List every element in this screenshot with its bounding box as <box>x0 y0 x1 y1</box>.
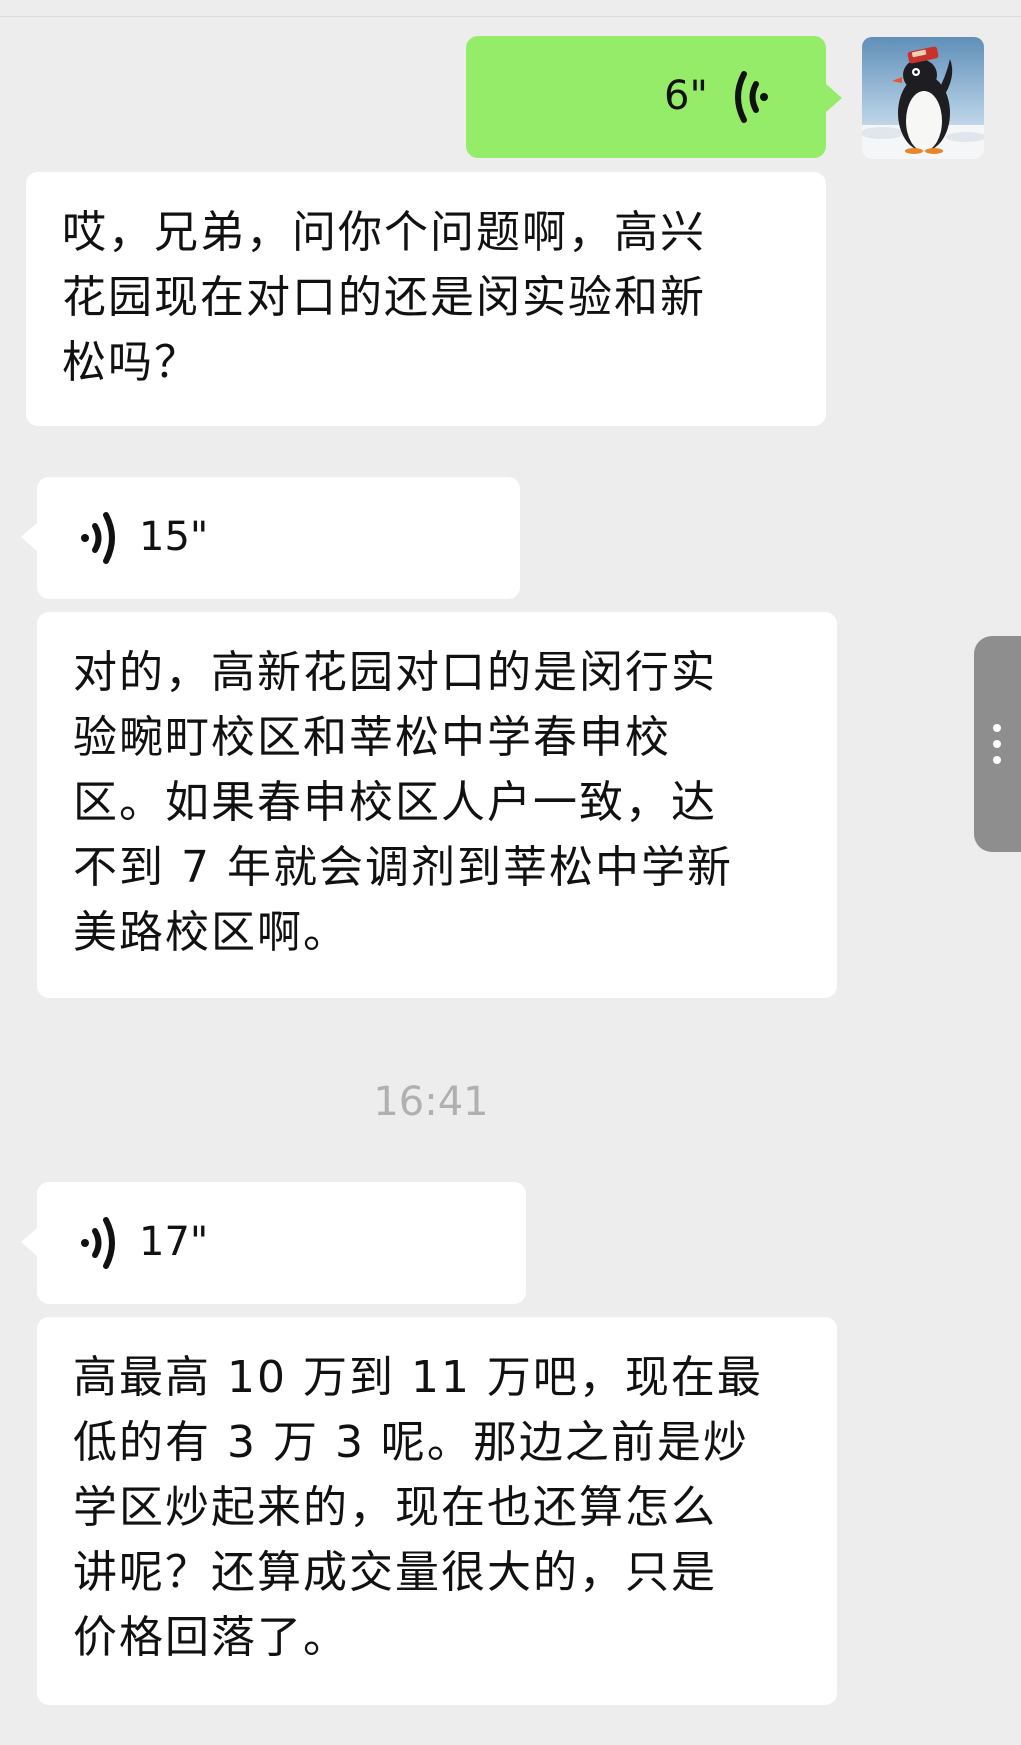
bubble-tail <box>826 84 842 112</box>
side-panel-handle[interactable] <box>974 636 1021 852</box>
voice-duration: 17" <box>139 1219 209 1265</box>
timestamp: 16:41 <box>373 1079 489 1125</box>
voice-wave-icon <box>75 510 119 570</box>
top-divider <box>0 16 1021 17</box>
voice-message-incoming[interactable]: 17" <box>37 1182 526 1304</box>
voice-duration: 15" <box>139 514 209 560</box>
voice-wave-icon <box>732 68 780 130</box>
message-text: 高最高 10 万到 11 万吧，现在最 低的有 3 万 3 呢。那边之前是炒 学… <box>73 1352 763 1663</box>
voice-transcript-incoming[interactable]: 对的，高新花园对口的是闵行实 验畹町校区和莘松中学春申校 区。如果春申校区人户一… <box>37 612 837 998</box>
voice-message-incoming[interactable]: 15" <box>37 477 520 599</box>
voice-message-outgoing[interactable]: 6" <box>466 36 826 158</box>
message-text: 哎，兄弟，问你个问题啊，高兴 花园现在对口的还是闵实验和新 松吗？ <box>62 207 706 388</box>
voice-wave-icon <box>75 1215 119 1275</box>
voice-duration: 6" <box>664 73 708 119</box>
bubble-tail <box>21 1228 37 1256</box>
voice-transcript-outgoing[interactable]: 哎，兄弟，问你个问题啊，高兴 花园现在对口的还是闵实验和新 松吗？ <box>26 172 826 426</box>
bubble-tail <box>21 523 37 551</box>
penguin-avatar-image <box>862 37 984 159</box>
message-text: 对的，高新花园对口的是闵行实 验畹町校区和莘松中学春申校 区。如果春申校区人户一… <box>73 647 733 958</box>
voice-transcript-incoming[interactable]: 高最高 10 万到 11 万吧，现在最 低的有 3 万 3 呢。那边之前是炒 学… <box>37 1317 837 1705</box>
avatar[interactable] <box>862 37 984 159</box>
